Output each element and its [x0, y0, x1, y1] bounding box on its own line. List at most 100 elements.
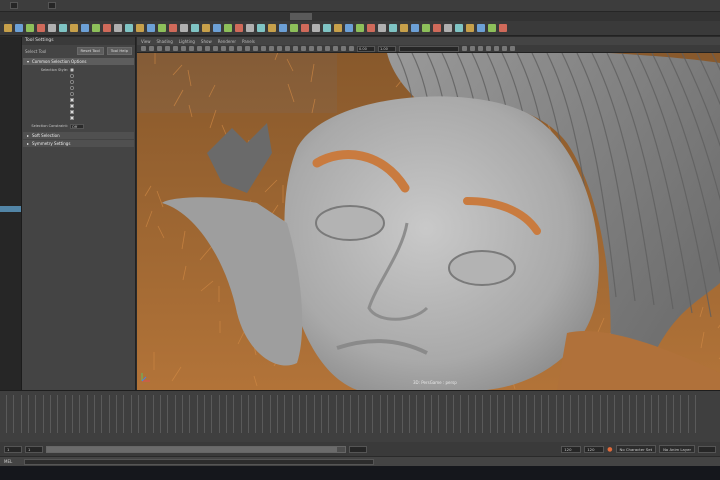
- viewport-tool-icon[interactable]: [325, 46, 330, 51]
- shelf-tool-icon[interactable]: [323, 24, 331, 32]
- shelf-tool-icon[interactable]: [15, 24, 23, 32]
- shelf-tool-icon[interactable]: [169, 24, 177, 32]
- viewport-tool-icon[interactable]: [309, 46, 314, 51]
- selection-checkbox[interactable]: [70, 116, 74, 120]
- shelf-tool-icon[interactable]: [312, 24, 320, 32]
- shelf-tool-icon[interactable]: [81, 24, 89, 32]
- shelf-tool-icon[interactable]: [4, 24, 12, 32]
- shelf-tab[interactable]: [98, 13, 120, 20]
- viewport-tool-icon[interactable]: [317, 46, 322, 51]
- outliner-item[interactable]: [0, 178, 21, 184]
- fps-field[interactable]: [698, 445, 716, 453]
- shelf-tool-icon[interactable]: [422, 24, 430, 32]
- outliner-item[interactable]: [0, 94, 21, 100]
- outliner-item[interactable]: [0, 185, 21, 191]
- shelf-tool-icon[interactable]: [268, 24, 276, 32]
- end-time-field[interactable]: 120: [561, 445, 582, 453]
- shelf-tool-icon[interactable]: [477, 24, 485, 32]
- selection-constraint-field[interactable]: Off: [70, 123, 84, 129]
- shelf-tool-icon[interactable]: [92, 24, 100, 32]
- selection-radio[interactable]: [70, 86, 74, 90]
- shelf-tool-icon[interactable]: [290, 24, 298, 32]
- viewport-tool-icon[interactable]: [197, 46, 202, 51]
- viewport-tool-icon[interactable]: [229, 46, 234, 51]
- shelf-tool-icon[interactable]: [455, 24, 463, 32]
- key-icon[interactable]: ●: [607, 446, 612, 453]
- shelf-tool-icon[interactable]: [356, 24, 364, 32]
- range-slider[interactable]: [46, 445, 346, 453]
- outliner-item[interactable]: [0, 129, 21, 135]
- gamma-field[interactable]: 1.00: [378, 45, 396, 52]
- section-common-selection[interactable]: ▾ Common Selection Options: [23, 58, 134, 65]
- shelf-tab[interactable]: [122, 13, 144, 20]
- viewport-tool-icon[interactable]: [165, 46, 170, 51]
- outliner-item[interactable]: [0, 157, 21, 163]
- shelf-tab[interactable]: [146, 13, 168, 20]
- shelf-tool-icon[interactable]: [37, 24, 45, 32]
- shelf-tab[interactable]: [194, 13, 216, 20]
- viewport-tool-icon[interactable]: [213, 46, 218, 51]
- viewport-tool-icon[interactable]: [149, 46, 154, 51]
- signin-combo[interactable]: [48, 2, 56, 9]
- shelf-tool-icon[interactable]: [279, 24, 287, 32]
- selection-checkbox[interactable]: [70, 104, 74, 108]
- reset-tool-button[interactable]: Reset Tool: [76, 47, 104, 55]
- outliner-item[interactable]: [0, 199, 21, 205]
- shelf-tool-icon[interactable]: [411, 24, 419, 32]
- outliner-item[interactable]: [0, 150, 21, 156]
- shelf-tab[interactable]: [410, 13, 432, 20]
- shelf-tool-icon[interactable]: [147, 24, 155, 32]
- shelf-tool-icon[interactable]: [499, 24, 507, 32]
- viewport-tool-icon[interactable]: [470, 46, 475, 51]
- viewport-tool-icon[interactable]: [510, 46, 515, 51]
- end-time-field-2[interactable]: 120: [584, 445, 605, 453]
- shelf-tool-icon[interactable]: [367, 24, 375, 32]
- outliner-item[interactable]: [0, 73, 21, 79]
- shelf-tool-icon[interactable]: [114, 24, 122, 32]
- shelf-tab[interactable]: [386, 13, 408, 20]
- outliner-item[interactable]: [0, 80, 21, 86]
- time-slider[interactable]: [0, 390, 720, 442]
- outliner-item[interactable]: [0, 87, 21, 93]
- selection-radio[interactable]: [70, 68, 74, 72]
- viewport-tool-icon[interactable]: [341, 46, 346, 51]
- shelf-tool-icon[interactable]: [125, 24, 133, 32]
- viewport-tool-icon[interactable]: [245, 46, 250, 51]
- shelf-tool-icon[interactable]: [389, 24, 397, 32]
- outliner-item[interactable]: [0, 45, 21, 51]
- shelf-tool-icon[interactable]: [345, 24, 353, 32]
- shelf-tool-icon[interactable]: [191, 24, 199, 32]
- viewport-menu-shading[interactable]: Shading: [157, 39, 173, 44]
- shelf-tab[interactable]: [290, 13, 312, 20]
- character-set-dropdown[interactable]: No Character Set: [615, 445, 657, 453]
- outliner-item[interactable]: [0, 143, 21, 149]
- range-end-field[interactable]: [349, 445, 367, 453]
- shelf-tool-icon[interactable]: [246, 24, 254, 32]
- shelf-tab[interactable]: [50, 13, 72, 20]
- shelf-tool-icon[interactable]: [59, 24, 67, 32]
- section-symmetry[interactable]: ▸ Symmetry Settings: [23, 140, 134, 147]
- shelf-tab[interactable]: [266, 13, 288, 20]
- tool-help-button[interactable]: Tool Help: [106, 47, 132, 55]
- shelf-tool-icon[interactable]: [334, 24, 342, 32]
- shelf-tool-icon[interactable]: [378, 24, 386, 32]
- exposure-field[interactable]: 0.00: [357, 45, 375, 52]
- shelf-tool-icon[interactable]: [400, 24, 408, 32]
- viewport-tool-icon[interactable]: [141, 46, 146, 51]
- shelf-tool-icon[interactable]: [235, 24, 243, 32]
- selection-radio[interactable]: [70, 92, 74, 96]
- viewport-tool-icon[interactable]: [189, 46, 194, 51]
- shelf-tab[interactable]: [314, 13, 336, 20]
- viewport-tool-icon[interactable]: [173, 46, 178, 51]
- shelf-tool-icon[interactable]: [301, 24, 309, 32]
- shelf-tab[interactable]: [26, 13, 48, 20]
- viewport-tool-icon[interactable]: [277, 46, 282, 51]
- 3d-viewport[interactable]: 3D: PersGame : persp: [137, 53, 720, 390]
- outliner-item[interactable]: [0, 101, 21, 107]
- shelf-tab[interactable]: [242, 13, 264, 20]
- start-time-field[interactable]: 1: [4, 445, 22, 453]
- color-space-dropdown[interactable]: [399, 45, 459, 52]
- viewport-tool-icon[interactable]: [301, 46, 306, 51]
- shelf-tool-icon[interactable]: [158, 24, 166, 32]
- command-input[interactable]: [24, 459, 374, 465]
